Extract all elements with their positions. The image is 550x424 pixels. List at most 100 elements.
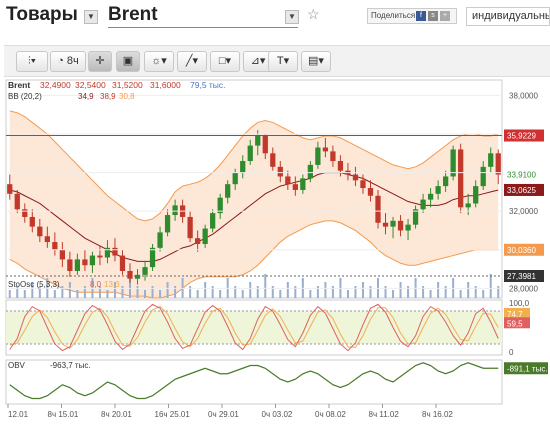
volume-bar — [361, 282, 364, 298]
volume-bar — [106, 290, 109, 298]
candle-body — [435, 186, 441, 194]
volume-bar — [211, 286, 214, 298]
volume-bar — [286, 282, 289, 298]
volume-bar — [166, 282, 169, 298]
last-price-tag: 33,9100 — [507, 171, 536, 180]
volume-bar — [121, 286, 124, 298]
bb-value-2: 38,9 — [100, 92, 116, 101]
candle-body — [307, 164, 313, 179]
volume-bar — [354, 286, 357, 298]
volume-bar — [309, 290, 312, 298]
candle-body — [22, 209, 28, 217]
candle-body — [488, 153, 494, 167]
candle-body — [240, 161, 246, 173]
date-tick-label: 0ч 03.02 — [262, 410, 293, 419]
volume-bar — [53, 290, 56, 298]
volume-bar — [151, 286, 154, 298]
candle-body — [59, 249, 65, 260]
legend-open: 32,4900 — [40, 80, 71, 90]
candle-body — [134, 274, 141, 279]
volume-bar — [422, 286, 425, 298]
stoch-label: StoOsc (5,3,3) — [8, 280, 60, 289]
volume-bar — [256, 286, 259, 298]
volume-bar — [444, 286, 447, 298]
stoch-tick-0: 0 — [509, 348, 514, 357]
volume-bar — [249, 282, 252, 298]
candle-body — [337, 161, 344, 171]
stoch-tick-100: 100,0 — [509, 299, 530, 308]
candle-body — [330, 151, 336, 162]
candle-body — [473, 186, 479, 204]
volume-bar — [61, 286, 64, 298]
volume-bar — [399, 282, 402, 298]
candle-body — [292, 184, 298, 190]
candle-body — [187, 216, 193, 239]
candle-body — [382, 222, 389, 227]
candle-body — [405, 224, 411, 231]
volume-bar — [279, 290, 282, 298]
candle-body — [157, 232, 163, 248]
candle-body — [74, 259, 81, 271]
volume-bar — [264, 274, 267, 298]
volume-bar — [459, 290, 462, 298]
candle-body — [37, 226, 43, 237]
candle-body — [119, 255, 126, 271]
date-tick-label: 0ч 29.01 — [208, 410, 239, 419]
legend-volume: 79,5 тыс. — [190, 80, 226, 90]
alert-price-tag: 35,9229 — [507, 132, 536, 141]
volume-bar — [316, 286, 319, 298]
volume-bar — [234, 286, 237, 298]
candle-body — [367, 188, 374, 196]
price-tick-label: 28,0000 — [509, 284, 538, 293]
candle-body — [67, 259, 73, 271]
price-tick-label: 32,0000 — [509, 207, 538, 216]
legend-symbol: Brent — [8, 80, 30, 90]
candle-body — [7, 184, 13, 194]
candle-body — [285, 176, 291, 185]
volume-bar — [144, 290, 147, 298]
candle-body — [89, 255, 96, 266]
candle-body — [495, 153, 501, 175]
volume-tag: 27,3981 — [507, 272, 536, 281]
candle-body — [127, 270, 133, 279]
candle-body — [172, 205, 178, 216]
obv-label: OBV — [8, 361, 26, 370]
volume-bar — [241, 290, 244, 298]
volume-bar — [467, 282, 470, 298]
volume-bar — [482, 290, 485, 298]
date-tick-label: 16ч 25.01 — [155, 410, 191, 419]
bb-mid-tag: 33,0625 — [507, 186, 536, 195]
date-tick-label: 8ч 11.02 — [369, 410, 400, 419]
volume-bar — [68, 282, 71, 298]
candle-body — [225, 184, 231, 198]
candle-body — [315, 147, 321, 165]
volume-bar — [429, 290, 432, 298]
candle-body — [322, 147, 329, 152]
date-tick-label: 8ч 20.01 — [101, 410, 132, 419]
candle-body — [465, 203, 471, 208]
legend-low: 31,5200 — [112, 80, 143, 90]
volume-bar — [324, 282, 327, 298]
stoch-band — [6, 311, 502, 344]
volume-bar — [497, 286, 500, 298]
price-tick-label: 38,0000 — [509, 91, 538, 100]
volume-bar — [196, 290, 199, 298]
chart-area[interactable]: 38,000036,000034,000032,000030,000028,00… — [0, 0, 550, 424]
candle-body — [360, 180, 366, 189]
candle-body — [397, 220, 404, 231]
candle-body — [142, 267, 148, 275]
volume-bar — [189, 286, 192, 298]
candle-body — [390, 220, 396, 227]
candle-body — [480, 166, 486, 187]
bb-value-3: 30,8 — [119, 92, 135, 101]
bb-label: BB (20,2) — [8, 92, 42, 101]
candle-body — [270, 153, 276, 167]
candle-body — [232, 172, 238, 185]
obv-tag: -891,1 тыс. — [507, 364, 548, 373]
candle-body — [277, 166, 283, 177]
legend-close: 31,6000 — [150, 80, 181, 90]
candle-body — [300, 178, 306, 190]
candle-body — [112, 247, 118, 256]
volume-bar — [346, 290, 349, 298]
date-tick-label: 8ч 15.01 — [48, 410, 79, 419]
